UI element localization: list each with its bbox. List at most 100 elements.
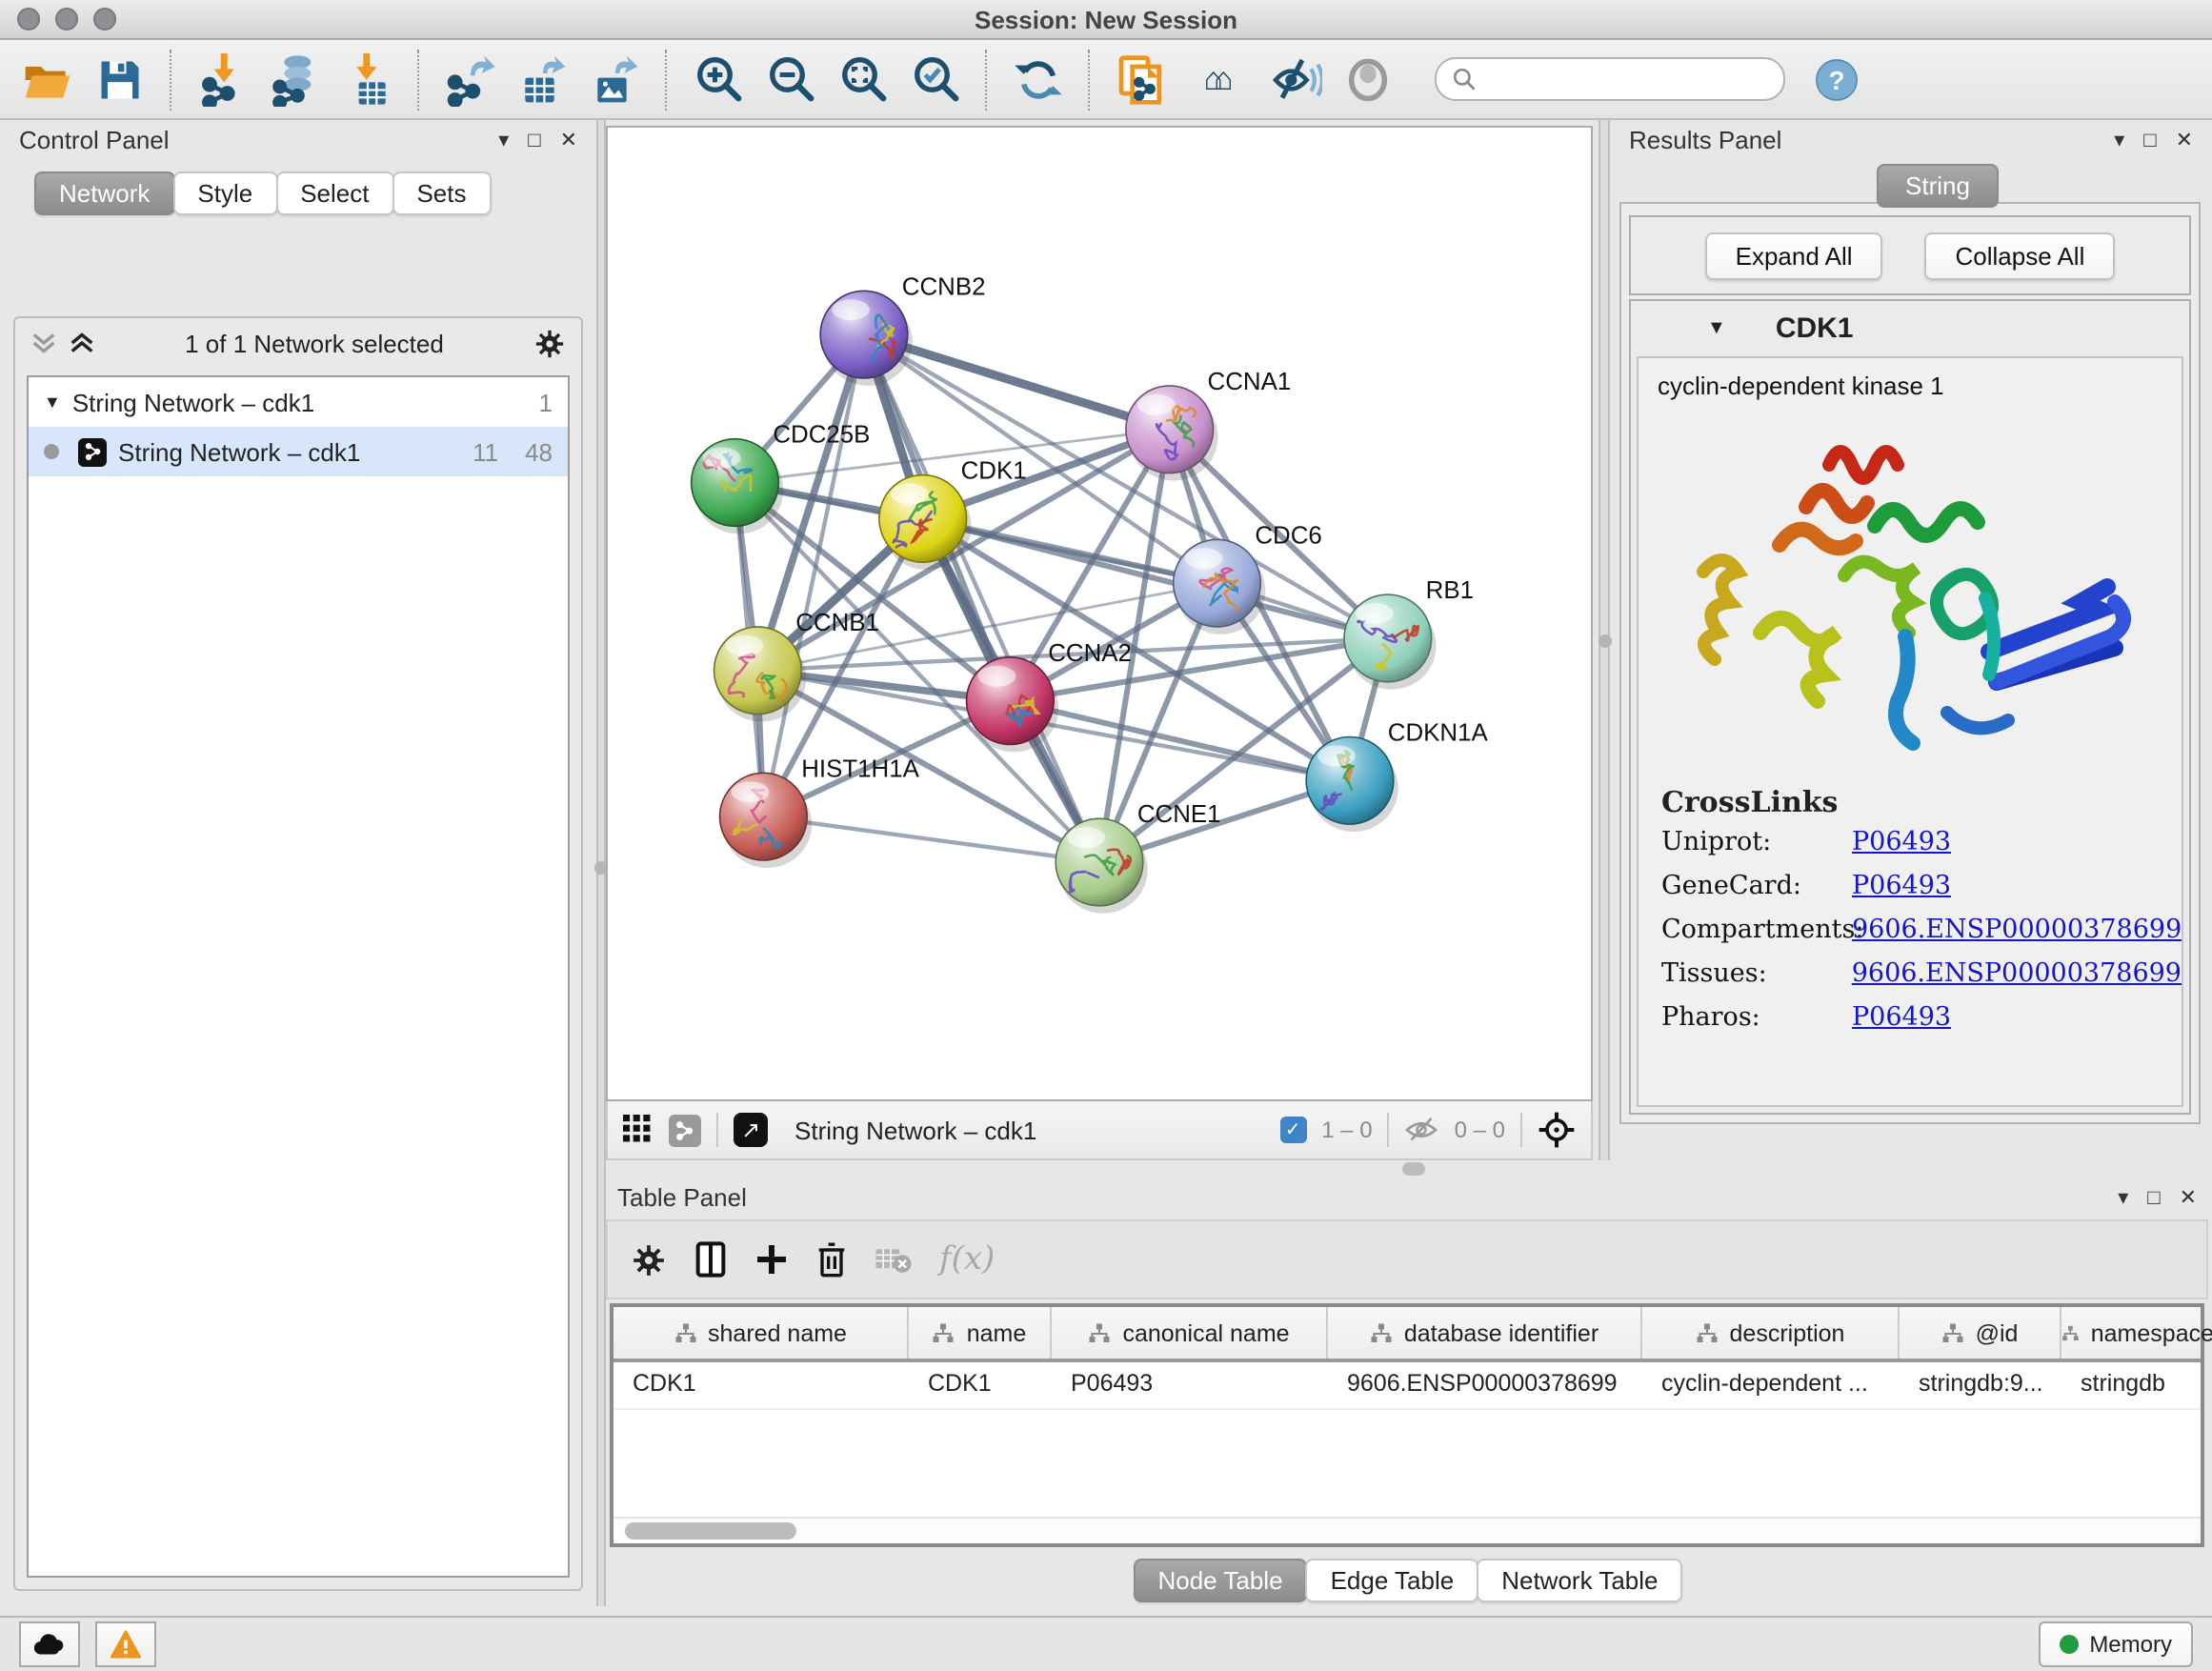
zoom-fit-button[interactable] <box>831 47 895 111</box>
tab-network-table[interactable]: Network Table <box>1477 1559 1682 1602</box>
show-columns-icon[interactable] <box>694 1240 728 1278</box>
network-canvas[interactable]: CCNB2CCNA1CDC25BCDK1CDC6RB1CCNB1CCNA2CDK… <box>606 126 1593 1101</box>
network-node-RB1[interactable]: RB1 <box>1344 577 1474 690</box>
horizontal-splitter[interactable] <box>602 1160 2212 1178</box>
node-label-CDK1: CDK1 <box>961 458 1027 485</box>
tab-style[interactable]: Style <box>172 171 277 215</box>
tab-network[interactable]: Network <box>34 171 174 215</box>
import-network-database-button[interactable] <box>263 47 328 111</box>
expand-all-button[interactable]: Expand All <box>1705 232 1883 279</box>
warnings-button[interactable] <box>95 1621 156 1667</box>
column-header-namespace[interactable]: namespace <box>2061 1307 2212 1359</box>
table-tabs: Node TableEdge TableNetwork Table <box>602 1559 2212 1602</box>
crosslink-link[interactable]: 9606.ENSP00000378699 <box>1852 958 2182 989</box>
control-panel-close-icon[interactable]: ✕ <box>560 128 577 152</box>
network-node-HIST1H1A[interactable]: HIST1H1A <box>720 755 920 868</box>
tab-node-table[interactable]: Node Table <box>1133 1559 1307 1602</box>
table-panel-close-icon[interactable]: ✕ <box>2180 1185 2197 1210</box>
crosslink-link[interactable]: P06493 <box>1852 871 1951 901</box>
table-hscrollbar-thumb[interactable] <box>625 1522 796 1540</box>
tab-string[interactable]: String <box>1877 164 1999 208</box>
section-expander-icon[interactable]: ▼ <box>1707 317 1726 338</box>
control-panel-menu-icon[interactable]: ▾ <box>498 128 509 152</box>
help-button[interactable]: ? <box>1816 58 1858 100</box>
toolbar-separator <box>1088 49 1092 110</box>
expand-all-icon[interactable] <box>69 332 95 354</box>
save-session-button[interactable] <box>88 47 152 111</box>
tab-select[interactable]: Select <box>275 171 393 215</box>
collapse-all-button[interactable]: Collapse All <box>1925 232 2116 279</box>
table-cell[interactable]: stringdb:9... <box>1900 1362 2061 1408</box>
network-edge-CCNA2-CDKN1A[interactable] <box>1010 701 1350 781</box>
import-table-button[interactable] <box>335 47 400 111</box>
zoom-out-button[interactable] <box>758 47 823 111</box>
toolbar-separator <box>170 49 173 110</box>
column-header-name[interactable]: name <box>909 1307 1052 1359</box>
import-table-icon <box>341 52 394 106</box>
column-header-description[interactable]: description <box>1642 1307 1900 1359</box>
table-row[interactable]: CDK1CDK1P064939606.ENSP00000378699cyclin… <box>613 1362 2201 1410</box>
column-header--id[interactable]: @id <box>1900 1307 2061 1359</box>
delete-column-icon[interactable] <box>815 1240 848 1278</box>
table-cell[interactable]: P06493 <box>1052 1362 1328 1408</box>
zoom-selected-button[interactable] <box>903 47 968 111</box>
tab-edge-table[interactable]: Edge Table <box>1306 1559 1479 1602</box>
selected-checkbox-icon[interactable]: ✓ <box>1279 1117 1306 1143</box>
grid-view-icon[interactable] <box>623 1115 654 1145</box>
column-header-canonical-name[interactable]: canonical name <box>1052 1307 1328 1359</box>
network-edge-HIST1H1A-CCNE1[interactable] <box>763 816 1099 862</box>
gear-icon[interactable] <box>533 327 566 359</box>
table-panel-float-icon[interactable]: □ <box>2147 1186 2160 1209</box>
network-share-icon <box>78 437 107 466</box>
network-node-CDKN1A[interactable]: CDKN1A <box>1306 719 1488 832</box>
column-header-database-identifier[interactable]: database identifier <box>1328 1307 1642 1359</box>
horizontal-splitter-handle[interactable] <box>1402 1162 1425 1176</box>
collapse-all-icon[interactable] <box>30 332 57 354</box>
cdk1-section-header[interactable]: ▼ CDK1 <box>1631 301 2189 354</box>
export-table-button[interactable] <box>511 47 575 111</box>
crosshair-icon[interactable] <box>1538 1111 1576 1149</box>
refresh-view-button[interactable] <box>1006 47 1071 111</box>
network-collection-row[interactable]: ▼ String Network – cdk1 1 <box>29 377 568 427</box>
birds-eye-icon[interactable] <box>669 1114 701 1146</box>
export-image-button[interactable] <box>583 47 648 111</box>
open-in-window-icon[interactable]: ↗ <box>734 1113 768 1147</box>
results-panel-float-icon[interactable]: □ <box>2143 129 2156 151</box>
table-cell[interactable]: stringdb <box>2061 1362 2212 1408</box>
results-panel-menu-icon[interactable]: ▾ <box>2114 128 2124 152</box>
open-session-button[interactable] <box>15 47 80 111</box>
hide-selected-button[interactable] <box>1263 47 1328 111</box>
network-node-CCNA1[interactable]: CCNA1 <box>1126 369 1291 481</box>
tree-expander-icon[interactable]: ▼ <box>44 393 61 412</box>
memory-button[interactable]: Memory <box>2038 1621 2193 1667</box>
crosslink-link[interactable]: P06493 <box>1852 827 1951 857</box>
table-cell[interactable]: CDK1 <box>613 1362 909 1408</box>
network-snapshot-button[interactable] <box>1109 47 1174 111</box>
crosslink-link[interactable]: P06493 <box>1852 1002 1951 1033</box>
network-edge-CCNB2-CCNE1[interactable] <box>864 334 1099 862</box>
export-network-button[interactable] <box>438 47 503 111</box>
zoom-in-button[interactable] <box>686 47 751 111</box>
table-hscrollbar[interactable] <box>613 1517 2201 1543</box>
table-panel-menu-icon[interactable]: ▾ <box>2118 1185 2128 1210</box>
network-row[interactable]: String Network – cdk1 11 48 <box>29 427 568 476</box>
cloud-status-button[interactable] <box>19 1621 80 1667</box>
column-header-shared-name[interactable]: shared name <box>613 1307 909 1359</box>
results-panel-close-icon[interactable]: ✕ <box>2176 128 2193 152</box>
control-panel-tabs: NetworkStyleSelectSets <box>34 171 596 215</box>
crosslink-label: Tissues: <box>1661 958 1852 989</box>
import-network-file-button[interactable] <box>191 47 255 111</box>
search-input[interactable] <box>1486 64 1722 94</box>
crosslink-link[interactable]: 9606.ENSP00000378699 <box>1852 915 2182 945</box>
table-settings-gear-icon[interactable] <box>631 1241 667 1278</box>
table-cell[interactable]: cyclin-dependent ... <box>1642 1362 1900 1408</box>
show-hidden-button[interactable] <box>1336 47 1400 111</box>
control-panel-float-icon[interactable]: □ <box>528 129 540 151</box>
network-node-CDK1[interactable]: CDK1 <box>879 458 1027 571</box>
show-all-networks-button[interactable]: ⌂⌂ <box>1181 47 1256 111</box>
table-cell[interactable]: 9606.ENSP00000378699 <box>1328 1362 1642 1408</box>
delete-table-icon <box>875 1244 913 1275</box>
table-cell[interactable]: CDK1 <box>909 1362 1052 1408</box>
add-column-icon[interactable] <box>754 1242 789 1277</box>
tab-sets[interactable]: Sets <box>392 171 491 215</box>
